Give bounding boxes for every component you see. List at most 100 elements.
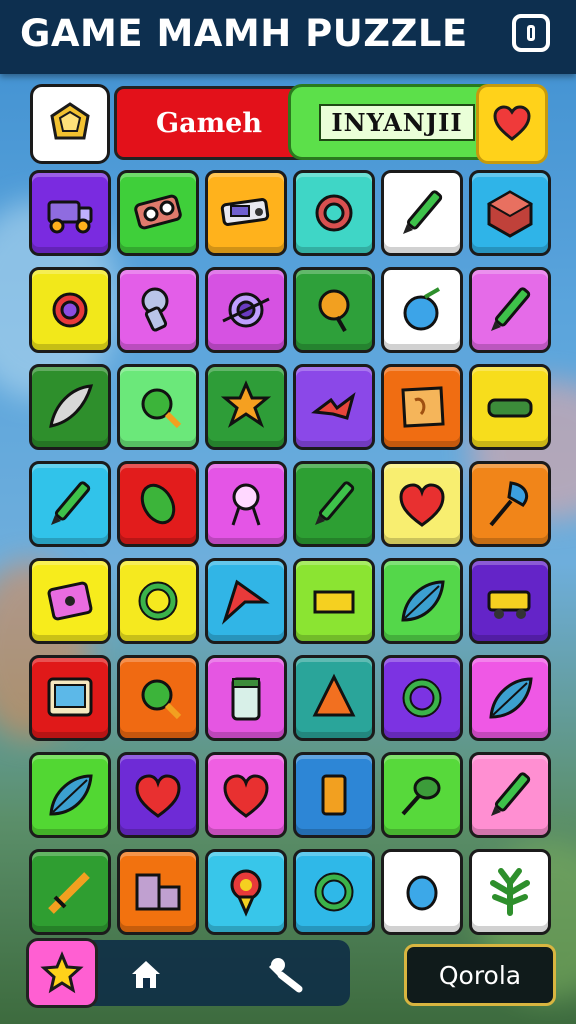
star-button[interactable] xyxy=(26,938,98,1008)
grid-tile[interactable] xyxy=(29,267,111,353)
cart-icon xyxy=(487,590,531,619)
grid-tile[interactable] xyxy=(29,655,111,741)
grid-tile[interactable] xyxy=(381,849,463,935)
grid-tile[interactable] xyxy=(205,461,287,547)
grid-tile[interactable] xyxy=(293,364,375,450)
star-icon xyxy=(40,951,84,994)
crates-icon xyxy=(135,873,181,911)
grid-tile[interactable] xyxy=(293,849,375,935)
grid-tile[interactable] xyxy=(293,461,375,547)
ribbon-icon xyxy=(221,579,270,625)
grid-tile[interactable] xyxy=(469,558,551,644)
puzzle-grid xyxy=(29,170,551,935)
heart-button[interactable] xyxy=(476,84,548,164)
cone-icon xyxy=(312,673,356,717)
grid-tile[interactable] xyxy=(117,655,199,741)
camera-icon xyxy=(220,198,270,226)
ring-stand-icon xyxy=(231,483,261,526)
grid-tile[interactable] xyxy=(469,461,551,547)
heart-apple-icon xyxy=(399,483,445,527)
gear-box-icon xyxy=(134,194,182,230)
grid-tile[interactable] xyxy=(29,752,111,838)
box-icon xyxy=(487,398,533,418)
grid-tile[interactable] xyxy=(381,461,463,547)
truck-icon xyxy=(47,200,93,234)
grid-tile[interactable] xyxy=(381,170,463,256)
action-button-label: Qorola xyxy=(438,960,522,990)
grid-tile[interactable] xyxy=(205,267,287,353)
grid-tile[interactable] xyxy=(469,267,551,353)
home-button[interactable] xyxy=(124,952,168,996)
heart-icon xyxy=(223,774,269,818)
crate-icon xyxy=(486,190,534,238)
pause-icon xyxy=(527,25,535,41)
grid-tile[interactable] xyxy=(117,364,199,450)
mode-label-text: Gameh xyxy=(156,107,262,139)
heart-icon xyxy=(135,774,181,818)
sword-icon xyxy=(48,872,90,914)
grid-tile[interactable] xyxy=(381,267,463,353)
grid-tile[interactable] xyxy=(469,655,551,741)
grid-tile[interactable] xyxy=(381,364,463,450)
grid-tile[interactable] xyxy=(293,558,375,644)
ring-icon xyxy=(402,678,442,718)
grid-tile[interactable] xyxy=(29,558,111,644)
leaf-icon xyxy=(401,580,445,622)
grid-tile[interactable] xyxy=(381,752,463,838)
grid-tile[interactable] xyxy=(293,267,375,353)
grid-tile[interactable] xyxy=(293,752,375,838)
grid-tile[interactable] xyxy=(293,170,375,256)
grid-tile[interactable] xyxy=(29,170,111,256)
grid-tile[interactable] xyxy=(381,655,463,741)
ring-icon xyxy=(138,581,178,621)
grid-tile[interactable] xyxy=(469,752,551,838)
pencil-icon xyxy=(51,481,91,525)
grid-tile[interactable] xyxy=(117,267,199,353)
heart-icon xyxy=(493,105,531,141)
grid-tile[interactable] xyxy=(469,849,551,935)
tv-icon xyxy=(47,677,93,717)
grid-tile[interactable] xyxy=(117,461,199,547)
grid-tile[interactable] xyxy=(205,655,287,741)
grid-tile[interactable] xyxy=(205,752,287,838)
grid-tile[interactable] xyxy=(205,558,287,644)
grid-tile[interactable] xyxy=(29,364,111,450)
grid-tile[interactable] xyxy=(469,364,551,450)
key-tag-icon xyxy=(141,287,169,332)
grid-tile[interactable] xyxy=(205,364,287,450)
leaf-icon xyxy=(49,774,93,816)
grid-tile[interactable] xyxy=(205,170,287,256)
spoon-icon xyxy=(401,776,441,816)
magnifier-icon xyxy=(141,388,182,429)
grid-tile[interactable] xyxy=(205,849,287,935)
grid-tile[interactable] xyxy=(469,170,551,256)
grid-tile[interactable] xyxy=(117,170,199,256)
gold-gem-icon xyxy=(50,102,90,140)
gem-button[interactable] xyxy=(30,84,110,164)
top-header: GAME MAMH PUZZLE xyxy=(0,0,576,74)
grid-tile[interactable] xyxy=(117,558,199,644)
pause-button[interactable] xyxy=(512,14,550,52)
grid-tile[interactable] xyxy=(29,461,111,547)
bug-icon xyxy=(140,483,176,525)
map-scroll-icon xyxy=(401,386,445,428)
pencil-icon xyxy=(491,772,531,816)
flower-icon xyxy=(230,869,262,917)
wrench-icon xyxy=(269,958,303,993)
action-button[interactable]: Qorola xyxy=(404,944,556,1006)
brush-icon xyxy=(489,481,528,527)
grid-tile[interactable] xyxy=(381,558,463,644)
grid-tile[interactable] xyxy=(117,752,199,838)
palm-leaf-icon xyxy=(490,868,530,916)
top-panel: Gameh INYANJII xyxy=(30,84,548,164)
grid-tile[interactable] xyxy=(29,849,111,935)
grid-tile[interactable] xyxy=(117,849,199,935)
mode-label-green[interactable]: INYANJII xyxy=(288,84,506,160)
tools-button[interactable] xyxy=(264,952,308,996)
cog-ring-icon xyxy=(315,194,353,232)
mode-label-red[interactable]: Gameh xyxy=(114,86,304,160)
cup-icon xyxy=(321,774,347,816)
magnifier-icon xyxy=(141,679,182,720)
jar-icon xyxy=(231,677,261,721)
grid-tile[interactable] xyxy=(293,655,375,741)
